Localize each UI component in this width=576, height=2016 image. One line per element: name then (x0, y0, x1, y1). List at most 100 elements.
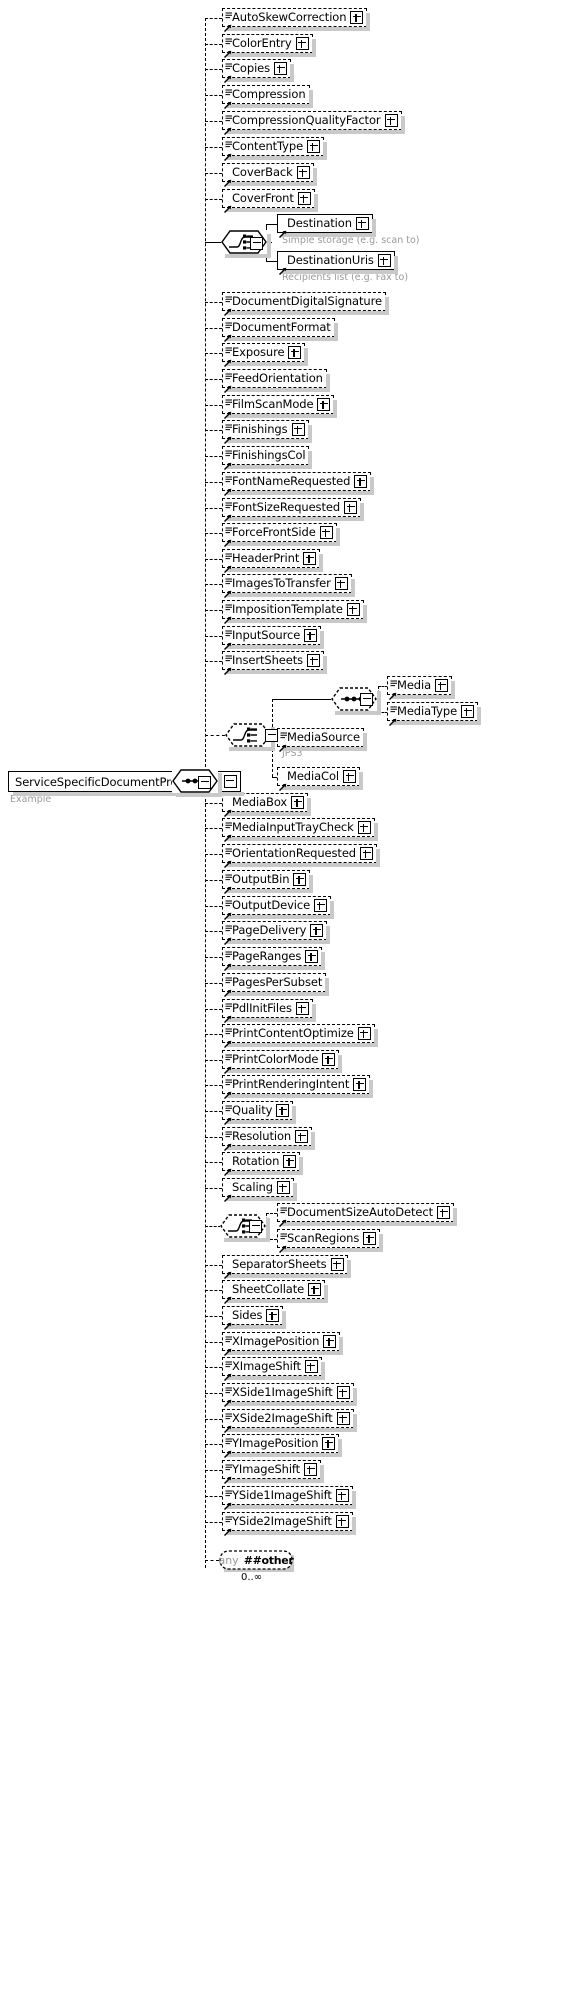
node-autoskewcorrection[interactable]: AutoSkewCorrection (222, 8, 371, 33)
node-exposure[interactable]: Exposure (222, 343, 309, 368)
expand-plus-icon[interactable] (350, 11, 364, 24)
expand-plus-icon[interactable] (291, 796, 305, 809)
expand-plus-icon[interactable] (291, 423, 305, 436)
node-coverback[interactable]: CoverBack (222, 163, 317, 188)
expand-plus-icon[interactable] (346, 603, 360, 616)
node-orientationrequested[interactable]: OrientationRequested (222, 844, 381, 869)
expand-plus-icon[interactable] (283, 1155, 297, 1168)
node-printcolormode[interactable]: PrintColorMode (222, 1050, 343, 1075)
expand-plus-icon[interactable] (335, 1515, 349, 1528)
expand-plus-icon[interactable] (435, 679, 449, 692)
expand-plus-icon[interactable] (295, 37, 309, 50)
node-mediasource[interactable]: MediaSource (277, 728, 367, 753)
expand-plus-icon[interactable] (355, 217, 369, 230)
node-quality[interactable]: Quality (222, 1101, 297, 1126)
node-documentdigitalsignature[interactable]: DocumentDigitalSignature (222, 292, 389, 317)
node-feedorientation[interactable]: FeedOrientation (222, 369, 330, 394)
node-rotation[interactable]: Rotation (222, 1152, 304, 1177)
node-scanregions[interactable]: ScanRegions (277, 1229, 384, 1254)
node-mediainputtraycheck[interactable]: MediaInputTrayCheck (222, 818, 378, 843)
node-separatorsheets[interactable]: SeparatorSheets (222, 1255, 351, 1280)
node-fontsizerequested[interactable]: FontSizeRequested (222, 498, 365, 523)
expand-plus-icon[interactable] (357, 1027, 371, 1040)
node-pagespersubset[interactable]: PagesPerSubset (222, 973, 330, 998)
node-compression[interactable]: Compression (222, 85, 313, 110)
node-documentsizeautodetect[interactable]: DocumentSizeAutoDetect (277, 1203, 458, 1228)
expand-plus-icon[interactable] (360, 847, 374, 860)
expand-plus-icon[interactable] (336, 1386, 350, 1399)
node-scaling[interactable]: Scaling (222, 1178, 297, 1203)
node-fontnamerequested[interactable]: FontNameRequested (222, 472, 375, 497)
node-contenttype[interactable]: ContentType (222, 137, 328, 162)
expand-plus-icon[interactable] (437, 1206, 451, 1219)
expand-plus-icon[interactable] (461, 705, 475, 718)
node-yside2imageshift[interactable]: YSide2ImageShift (222, 1512, 356, 1537)
expand-plus-icon[interactable] (296, 166, 310, 179)
expand-plus-icon[interactable] (336, 1412, 350, 1425)
node-mediatype[interactable]: MediaType (387, 702, 482, 727)
node-filmscanmode[interactable]: FilmScanMode (222, 395, 338, 420)
root-sequence-compositor[interactable] (172, 769, 222, 797)
expand-plus-icon[interactable] (307, 654, 321, 667)
expand-plus-icon[interactable] (307, 140, 321, 153)
expand-plus-icon[interactable] (354, 475, 368, 488)
expand-plus-icon[interactable] (304, 1463, 318, 1476)
expand-plus-icon[interactable] (314, 899, 328, 912)
node-pagedelivery[interactable]: PageDelivery (222, 921, 331, 946)
root-collapse-minus-icon[interactable] (198, 775, 211, 789)
node-compressionqualityfactor[interactable]: CompressionQualityFactor (222, 111, 405, 136)
node-printrenderingintent[interactable]: PrintRenderingIntent (222, 1075, 374, 1100)
node-insertsheets[interactable]: InsertSheets (222, 651, 328, 676)
node-media[interactable]: Media (387, 676, 456, 701)
node-resolution[interactable]: Resolution (222, 1127, 316, 1152)
expand-plus-icon[interactable] (266, 1309, 280, 1322)
node-forcefrontside[interactable]: ForceFrontSide (222, 523, 340, 548)
expand-plus-icon[interactable] (377, 254, 391, 267)
node-xside1imageshift[interactable]: XSide1ImageShift (222, 1383, 357, 1408)
node-ximageposition[interactable]: XImagePosition (222, 1332, 344, 1357)
expand-plus-icon[interactable] (344, 501, 358, 514)
expand-plus-icon[interactable] (297, 192, 311, 205)
destination-collapse-minus-icon[interactable] (250, 236, 263, 250)
expand-plus-icon[interactable] (274, 62, 288, 75)
node-destinationuris[interactable]: DestinationUris (277, 251, 398, 276)
node-yimageposition[interactable]: YImagePosition (222, 1434, 343, 1459)
node-imagestotransfer[interactable]: ImagesToTransfer (222, 574, 355, 599)
node-pdlinitfiles[interactable]: PdlInitFiles (222, 999, 316, 1024)
media-choice-collapse-minus-icon[interactable] (265, 729, 278, 742)
expand-plus-icon[interactable] (288, 346, 302, 359)
node-printcontentoptimize[interactable]: PrintContentOptimize (222, 1024, 378, 1049)
node-colorentry[interactable]: ColorEntry (222, 34, 316, 59)
expand-plus-icon[interactable] (322, 1437, 336, 1450)
node-coverfront[interactable]: CoverFront (222, 189, 318, 214)
expand-plus-icon[interactable] (384, 114, 398, 127)
expand-plus-icon[interactable] (308, 1283, 322, 1296)
collapse-minus-icon[interactable] (223, 775, 237, 788)
node-xside2imageshift[interactable]: XSide2ImageShift (222, 1409, 357, 1434)
expand-plus-icon[interactable] (295, 1002, 309, 1015)
expand-plus-icon[interactable] (305, 950, 319, 963)
any-wildcard-node[interactable]: any ##other (218, 1550, 294, 1572)
expand-plus-icon[interactable] (304, 1360, 318, 1373)
node-headerprint[interactable]: HeaderPrint (222, 549, 324, 574)
node-outputdevice[interactable]: OutputDevice (222, 896, 335, 921)
expand-plus-icon[interactable] (319, 526, 333, 539)
node-pageranges[interactable]: PageRanges (222, 947, 326, 972)
node-impositiontemplate[interactable]: ImpositionTemplate (222, 600, 367, 625)
node-documentformat[interactable]: DocumentFormat (222, 318, 338, 343)
expand-plus-icon[interactable] (276, 1104, 290, 1117)
node-finishingscol[interactable]: FinishingsCol (222, 446, 313, 471)
expand-plus-icon[interactable] (335, 1489, 349, 1502)
expand-plus-icon[interactable] (303, 552, 317, 565)
expand-plus-icon[interactable] (276, 1181, 290, 1194)
expand-plus-icon[interactable] (304, 629, 318, 642)
node-destination[interactable]: Destination (277, 214, 376, 239)
expand-plus-icon[interactable] (363, 1232, 377, 1245)
node-sheetcollate[interactable]: SheetCollate (222, 1280, 329, 1305)
expand-plus-icon[interactable] (310, 924, 324, 937)
expand-plus-icon[interactable] (295, 1130, 309, 1143)
node-mediacol[interactable]: MediaCol (277, 767, 364, 792)
node-yimageshift[interactable]: YImageShift (222, 1460, 325, 1485)
expand-plus-icon[interactable] (357, 821, 371, 834)
expand-plus-icon[interactable] (330, 1258, 344, 1271)
